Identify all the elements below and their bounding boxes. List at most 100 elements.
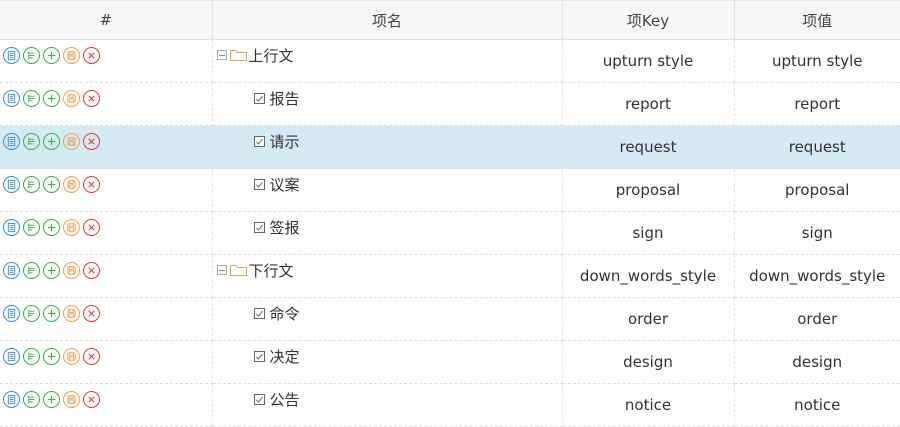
collapse-toggle-icon[interactable]	[216, 50, 227, 60]
item-name-text: 上行文	[248, 46, 294, 65]
item-key-text: notice	[624, 396, 672, 414]
row-actions-cell	[0, 82, 213, 126]
item-name-text: 请示	[269, 132, 300, 151]
column-header-item-value[interactable]: 项值	[734, 0, 900, 40]
item-key-cell: sign	[562, 211, 735, 255]
edit-list-icon[interactable]	[23, 218, 40, 236]
table-row[interactable]: 决定 design design	[0, 340, 900, 384]
item-name-text: 签报	[269, 218, 300, 237]
save-icon[interactable]	[63, 89, 80, 107]
file-icon	[253, 307, 265, 319]
view-detail-icon[interactable]	[3, 175, 20, 193]
folder-icon	[229, 50, 247, 61]
save-icon[interactable]	[63, 390, 80, 408]
delete-icon[interactable]	[83, 304, 100, 322]
row-actions-cell	[0, 340, 213, 384]
item-value-text: order	[797, 310, 838, 328]
save-icon[interactable]	[63, 304, 80, 322]
save-icon[interactable]	[63, 261, 80, 279]
table-row[interactable]: 请示 request request	[0, 125, 900, 169]
add-icon[interactable]	[43, 304, 60, 322]
view-detail-icon[interactable]	[3, 347, 20, 365]
edit-list-icon[interactable]	[23, 347, 40, 365]
item-name-cell: 签报	[212, 211, 563, 255]
add-icon[interactable]	[43, 218, 60, 236]
delete-icon[interactable]	[83, 261, 100, 279]
item-name-text: 公告	[269, 390, 300, 409]
add-icon[interactable]	[43, 347, 60, 365]
table-row[interactable]: 报告 report report	[0, 82, 900, 126]
table-row[interactable]: 下行文 down_words_style down_words_style	[0, 254, 900, 298]
file-icon	[253, 350, 265, 362]
item-value-text: upturn style	[771, 52, 863, 70]
delete-icon[interactable]	[83, 218, 100, 236]
item-key-text: down_words_style	[579, 267, 717, 285]
item-key-cell: design	[562, 340, 735, 384]
save-icon[interactable]	[63, 347, 80, 365]
item-name-cell: 议案	[212, 168, 563, 212]
delete-icon[interactable]	[83, 175, 100, 193]
edit-list-icon[interactable]	[23, 132, 40, 150]
edit-list-icon[interactable]	[23, 390, 40, 408]
save-icon[interactable]	[63, 218, 80, 236]
save-icon[interactable]	[63, 175, 80, 193]
view-detail-icon[interactable]	[3, 46, 20, 64]
table-row[interactable]: 上行文 upturn style upturn style	[0, 39, 900, 83]
view-detail-icon[interactable]	[3, 261, 20, 279]
row-actions-cell	[0, 383, 213, 427]
row-actions-cell	[0, 168, 213, 212]
add-icon[interactable]	[43, 132, 60, 150]
add-icon[interactable]	[43, 261, 60, 279]
edit-list-icon[interactable]	[23, 304, 40, 322]
view-detail-icon[interactable]	[3, 132, 20, 150]
table-row[interactable]: 公告 notice notice	[0, 383, 900, 427]
table-row[interactable]: 议案 proposal proposal	[0, 168, 900, 212]
item-value-cell: upturn style	[734, 39, 900, 83]
table-row[interactable]: 签报 sign sign	[0, 211, 900, 255]
item-value-text: down_words_style	[749, 267, 886, 285]
add-icon[interactable]	[43, 89, 60, 107]
edit-list-icon[interactable]	[23, 89, 40, 107]
view-detail-icon[interactable]	[3, 390, 20, 408]
delete-icon[interactable]	[83, 390, 100, 408]
item-key-text: order	[628, 310, 668, 328]
save-icon[interactable]	[63, 46, 80, 64]
item-value-text: notice	[794, 396, 841, 414]
item-key-text: upturn style	[602, 52, 694, 70]
row-actions-cell	[0, 125, 213, 169]
add-icon[interactable]	[43, 46, 60, 64]
file-icon	[253, 221, 265, 233]
file-icon	[253, 92, 265, 104]
delete-icon[interactable]	[83, 132, 100, 150]
item-name-text: 决定	[269, 347, 300, 366]
item-name-cell: 决定	[212, 340, 563, 384]
delete-icon[interactable]	[83, 89, 100, 107]
view-detail-icon[interactable]	[3, 218, 20, 236]
edit-list-icon[interactable]	[23, 46, 40, 64]
item-name-cell: 公告	[212, 383, 563, 427]
file-icon	[253, 178, 265, 190]
item-key-text: report	[625, 95, 671, 113]
edit-list-icon[interactable]	[23, 261, 40, 279]
delete-icon[interactable]	[83, 347, 100, 365]
file-icon	[253, 135, 265, 147]
edit-list-icon[interactable]	[23, 175, 40, 193]
save-icon[interactable]	[63, 132, 80, 150]
add-icon[interactable]	[43, 390, 60, 408]
column-header-item-name[interactable]: 项名	[212, 0, 563, 40]
item-key-text: sign	[632, 224, 664, 242]
item-name-cell: 上行文	[212, 39, 563, 83]
table-row[interactable]: 命令 order order	[0, 297, 900, 341]
add-icon[interactable]	[43, 175, 60, 193]
row-actions-cell	[0, 254, 213, 298]
view-detail-icon[interactable]	[3, 89, 20, 107]
row-actions-cell	[0, 297, 213, 341]
row-actions-cell	[0, 39, 213, 83]
item-key-cell: upturn style	[562, 39, 735, 83]
column-header-item-key[interactable]: 项Key	[562, 0, 735, 40]
dictionary-tree-table: # 项名 项Key 项值 上行文 upturn style upturn sty…	[0, 0, 900, 427]
view-detail-icon[interactable]	[3, 304, 20, 322]
delete-icon[interactable]	[83, 46, 100, 64]
collapse-toggle-icon[interactable]	[216, 265, 227, 275]
item-value-text: sign	[801, 224, 833, 242]
